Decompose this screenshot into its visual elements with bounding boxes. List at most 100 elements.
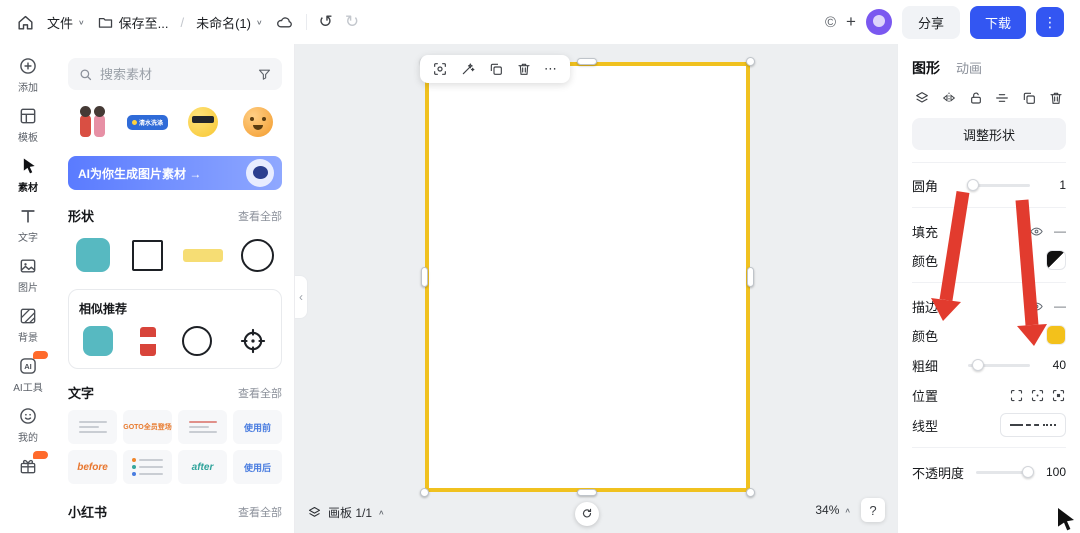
tab-shape[interactable]: 图形 <box>912 58 940 78</box>
resize-handle-sw[interactable] <box>420 488 429 497</box>
align-icon[interactable] <box>994 90 1010 106</box>
ai-generate-banner[interactable]: AI为你生成图片素材 → <box>68 156 282 190</box>
filter-icon[interactable] <box>257 67 272 82</box>
text-template-thumb[interactable]: GOTO全员登场 <box>123 410 172 444</box>
more-options-button[interactable]: ⋮ <box>1036 7 1064 37</box>
rail-item-mine[interactable]: 我的 <box>3 400 53 449</box>
tab-animation[interactable]: 动画 <box>956 58 982 77</box>
undo-button[interactable]: ↺ <box>319 12 333 32</box>
search-bar[interactable] <box>68 58 282 90</box>
slider-knob[interactable] <box>1022 466 1034 478</box>
stroke-label: 描边 <box>912 297 938 316</box>
more-actions-icon[interactable]: ⋯ <box>544 61 558 77</box>
text-template-thumb[interactable]: after <box>178 450 227 484</box>
rail-item-promo[interactable] <box>3 450 53 481</box>
zoom-control[interactable]: 34% ∧ <box>815 503 851 517</box>
stroke-visibility-icon[interactable] <box>1029 299 1044 314</box>
cursor-icon <box>18 156 38 176</box>
resize-handle-ne[interactable] <box>746 57 755 66</box>
resize-handle-w[interactable] <box>421 267 428 287</box>
resize-handle-e[interactable] <box>747 267 754 287</box>
xiaohongshu-view-all-link[interactable]: 查看全部 <box>238 504 282 520</box>
remove-fill-icon[interactable]: — <box>1054 224 1066 238</box>
resize-handle-se[interactable] <box>746 488 755 497</box>
remove-stroke-icon[interactable]: — <box>1054 299 1066 313</box>
corner-radius-slider[interactable] <box>968 184 1030 187</box>
slider-knob[interactable] <box>967 179 979 191</box>
red-packet-thumb[interactable] <box>140 327 156 356</box>
cloud-sync-button[interactable] <box>275 13 294 32</box>
trash-icon[interactable] <box>1048 90 1064 106</box>
stroke-position-outside-icon[interactable] <box>1051 388 1066 403</box>
shape-rounded-square[interactable] <box>68 233 117 277</box>
lock-icon[interactable] <box>968 90 984 106</box>
text-lines-icon <box>79 421 107 433</box>
copyright-icon[interactable]: © <box>825 14 836 31</box>
rail-item-ai-tools[interactable]: AI AI工具 <box>3 350 53 399</box>
panel-collapse-button[interactable]: ‹ <box>295 275 308 319</box>
crosshair-thumb[interactable] <box>239 327 267 355</box>
stroke-position-inside-icon[interactable] <box>1009 388 1024 403</box>
sticker-emoji-cool[interactable] <box>178 100 227 144</box>
doc-name-menu[interactable]: 未命名(1) ∨ <box>196 13 262 32</box>
save-to-button[interactable]: 保存至... <box>97 13 169 32</box>
text-template-thumb[interactable]: 使用前 <box>233 410 282 444</box>
teal-square-thumb[interactable] <box>83 326 113 356</box>
home-button[interactable] <box>16 13 35 32</box>
text-template-thumb[interactable]: 使用后 <box>233 450 282 484</box>
arrange-layers-icon[interactable] <box>914 90 930 106</box>
resize-handle-n[interactable] <box>577 58 597 65</box>
stroke-weight-slider[interactable] <box>968 364 1030 367</box>
copy-icon[interactable] <box>1021 90 1037 106</box>
rail-item-add[interactable]: 添加 <box>3 50 53 99</box>
file-menu[interactable]: 文件 ∨ <box>47 13 85 32</box>
slider-knob[interactable] <box>972 359 984 371</box>
shape-square-outline[interactable] <box>123 233 172 277</box>
redo-button[interactable]: ↻ <box>345 12 359 32</box>
text-view-all-link[interactable]: 查看全部 <box>238 385 282 401</box>
sticker-emoji-smile[interactable] <box>233 100 282 144</box>
canvas-area[interactable]: ‹ ⋯ <box>295 44 897 533</box>
sticker-tag[interactable]: 清水洗涤 <box>123 100 172 144</box>
rail-item-background[interactable]: 背景 <box>3 300 53 349</box>
opacity-slider[interactable] <box>976 471 1030 474</box>
magic-style-icon[interactable] <box>460 61 476 77</box>
search-input[interactable] <box>100 67 250 82</box>
flip-icon[interactable] <box>941 90 957 106</box>
fill-color-swatch[interactable] <box>1046 250 1066 270</box>
shape-circle-outline[interactable] <box>233 233 282 277</box>
stroke-color-swatch[interactable] <box>1046 325 1066 345</box>
rail-item-text[interactable]: 文字 <box>3 200 53 249</box>
shape-yellow-bar[interactable] <box>178 233 227 277</box>
artboard[interactable] <box>425 62 750 492</box>
topbar-divider <box>306 14 307 30</box>
duplicate-icon[interactable] <box>488 61 504 77</box>
text-template-thumb[interactable] <box>178 410 227 444</box>
properties-panel: 图形 动画 调整形状 圆角 1 填充 — 颜色 <box>897 44 1080 533</box>
delete-icon[interactable] <box>516 61 532 77</box>
rail-item-assets[interactable]: 素材 <box>3 150 53 199</box>
text-template-thumb[interactable] <box>123 450 172 484</box>
rotate-handle[interactable] <box>575 502 599 526</box>
artboard-selector[interactable]: 画板 1/1 ∧ <box>307 504 385 521</box>
text-template-thumb[interactable] <box>68 410 117 444</box>
invite-member-button[interactable]: + <box>846 12 856 32</box>
avatar[interactable] <box>866 9 892 35</box>
sticker-girls[interactable] <box>68 100 117 144</box>
adjust-shape-button[interactable]: 调整形状 <box>912 118 1066 150</box>
visibility-icon[interactable] <box>1029 224 1044 239</box>
rail-item-templates[interactable]: 模板 <box>3 100 53 149</box>
circle-outline-thumb[interactable] <box>182 326 212 356</box>
help-button[interactable]: ? <box>861 498 885 522</box>
shapes-view-all-link[interactable]: 查看全部 <box>238 208 282 224</box>
smile-emoji-icon <box>243 107 273 137</box>
share-button[interactable]: 分享 <box>902 6 960 39</box>
stroke-position-center-icon[interactable] <box>1030 388 1045 403</box>
download-button[interactable]: 下载 <box>970 6 1026 39</box>
resize-handle-s[interactable] <box>577 489 597 496</box>
doc-name: 未命名(1) <box>196 13 251 32</box>
line-style-picker[interactable] <box>1000 413 1066 437</box>
text-template-thumb[interactable]: before <box>68 450 117 484</box>
select-similar-icon[interactable] <box>432 61 448 77</box>
rail-item-images[interactable]: 图片 <box>3 250 53 299</box>
